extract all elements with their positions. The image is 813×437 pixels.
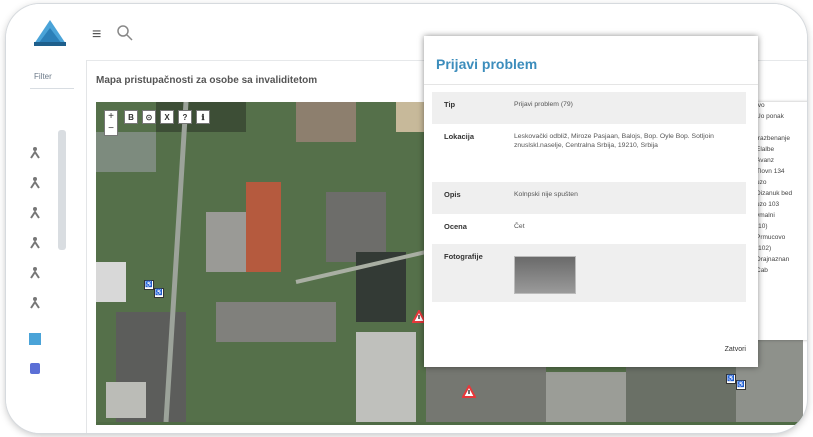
- legend-item: [750, 124, 807, 135]
- accessibility-icon[interactable]: [28, 206, 42, 220]
- accessibility-icon[interactable]: [28, 266, 42, 280]
- row-value: Čet: [514, 223, 525, 230]
- sidebar: Filter: [6, 60, 87, 433]
- legend-item: Uo ponak: [756, 113, 784, 120]
- warning-marker-icon[interactable]: [462, 385, 476, 398]
- map-title: Mapa pristupačnosti za osobe sa invalidi…: [96, 75, 318, 86]
- row-label: Fotografije: [444, 252, 483, 261]
- details-row-type: Tip Prijavi problem (79): [432, 92, 746, 124]
- accessibility-icon[interactable]: [28, 296, 42, 310]
- legend-item: Prmucovo: [756, 234, 786, 241]
- app-window: ≡ Filter Mapa pristupačnosti za osobe sa…: [6, 4, 807, 433]
- row-value: Leskovački odbliž, Miroze Pasjaan, Baloj…: [514, 133, 714, 149]
- accessibility-icon[interactable]: [28, 236, 42, 250]
- row-label: Opis: [444, 190, 461, 199]
- row-label: Lokacija: [444, 132, 475, 141]
- map-legend: Ivo Uo ponak trazbenanje Elalbe Avanz Tl…: [750, 102, 807, 340]
- legend-item: trazbenanje: [756, 135, 790, 142]
- zoom-control[interactable]: + −: [104, 110, 118, 136]
- map-pin-icon[interactable]: ♿: [154, 288, 164, 298]
- toolbar-button[interactable]: B: [124, 110, 138, 124]
- app-logo[interactable]: [32, 14, 68, 48]
- close-button[interactable]: Zatvori: [725, 346, 746, 353]
- row-label: Tip: [444, 100, 456, 109]
- legend-item: (102): [756, 245, 772, 252]
- toolbar-button[interactable]: X: [160, 110, 174, 124]
- accessibility-icon[interactable]: [28, 146, 42, 160]
- row-value: Prijavi problem (79): [514, 101, 573, 108]
- hamburger-icon[interactable]: ≡: [92, 26, 101, 44]
- parking-icon[interactable]: [28, 332, 42, 346]
- legend-item: Dizanuk bed: [756, 190, 793, 197]
- details-row-photos: Fotografije: [432, 244, 746, 302]
- legend-item: vmalni: [756, 212, 775, 219]
- scrollbar[interactable]: [58, 130, 66, 250]
- legend-item: Avanz: [756, 157, 774, 164]
- toolbar-button[interactable]: ?: [178, 110, 192, 124]
- details-row-rating: Ocena Čet: [432, 214, 746, 244]
- map-pin-icon[interactable]: ♿: [726, 374, 736, 384]
- legend-item: Elalbe: [756, 146, 775, 153]
- legend-item: (10): [756, 223, 768, 230]
- details-row-description: Opis Kolnpski nije spušten: [432, 182, 746, 214]
- divider: [424, 84, 758, 85]
- row-value: Kolnpski nije spušten: [514, 191, 578, 198]
- search-icon[interactable]: [116, 24, 134, 42]
- accessibility-icon[interactable]: [28, 176, 42, 190]
- map-toolbar: B ⊙ X ? ℹ: [124, 110, 210, 124]
- bus-icon[interactable]: [28, 362, 42, 376]
- map-pin-icon[interactable]: ♿: [144, 280, 154, 290]
- toolbar-button[interactable]: ⊙: [142, 110, 156, 124]
- legend-item: uzo: [756, 179, 767, 186]
- legend-item: Drajnaznan: [756, 256, 790, 263]
- divider: [30, 88, 74, 89]
- photo-thumbnail[interactable]: [514, 256, 576, 294]
- toolbar-button[interactable]: ℹ: [196, 110, 210, 124]
- legend-item: Ivo: [756, 102, 765, 109]
- legend-item: Tlovn 134: [756, 168, 785, 175]
- legend-item: uzo 103: [756, 201, 780, 208]
- filter-label[interactable]: Filter: [34, 72, 52, 81]
- report-problem-modal: Prijavi problem Tip Prijavi problem (79)…: [424, 36, 758, 367]
- map-pin-icon[interactable]: ♿: [736, 380, 746, 390]
- modal-title: Prijavi problem: [436, 56, 538, 72]
- legend-item: Cab: [756, 267, 768, 274]
- row-label: Ocena: [444, 222, 467, 231]
- details-row-location: Lokacija Leskovački odbliž, Miroze Pasja…: [432, 124, 746, 182]
